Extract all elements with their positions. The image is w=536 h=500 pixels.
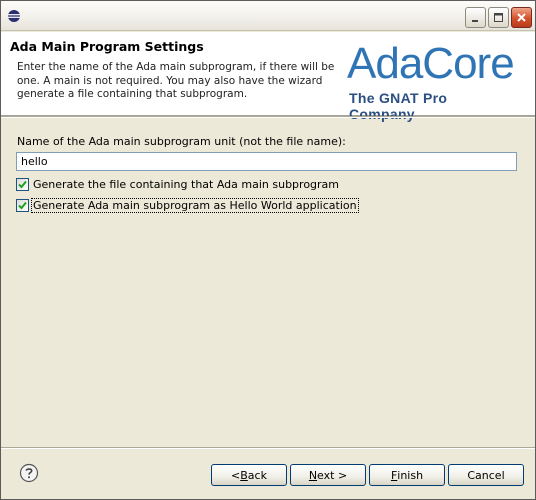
back-label-pre: < bbox=[231, 468, 241, 482]
generate-file-checkbox[interactable] bbox=[16, 177, 29, 191]
close-icon bbox=[517, 13, 526, 22]
wizard-window: Ada Main Program Settings Enter the name… bbox=[0, 0, 536, 500]
finish-label-post: inish bbox=[397, 468, 424, 482]
main-name-label: Name of the Ada main subprogram unit (no… bbox=[17, 135, 346, 148]
back-label-post: ack bbox=[247, 468, 267, 482]
cancel-button[interactable]: Cancel bbox=[448, 464, 524, 486]
minimize-button[interactable] bbox=[465, 7, 486, 28]
hello-world-checkbox[interactable] bbox=[16, 198, 29, 212]
header-divider bbox=[1, 116, 535, 118]
adacore-logo: AdaCore The GNAT Pro Company bbox=[347, 39, 517, 123]
generate-file-label[interactable]: Generate the file containing that Ada ma… bbox=[32, 178, 340, 191]
generate-file-checkbox-row[interactable]: Generate the file containing that Ada ma… bbox=[16, 176, 340, 192]
back-label-mnemonic: B bbox=[240, 468, 248, 482]
checkmark-icon bbox=[18, 201, 27, 209]
close-button[interactable] bbox=[511, 7, 532, 28]
next-label-post: ext > bbox=[317, 468, 348, 482]
logo-wordmark: AdaCore bbox=[347, 39, 515, 88]
main-name-input[interactable] bbox=[16, 152, 517, 171]
header-banner: Ada Main Program Settings Enter the name… bbox=[1, 32, 535, 123]
footer-divider bbox=[1, 447, 535, 449]
hello-world-label[interactable]: Generate Ada main subprogram as Hello Wo… bbox=[31, 197, 359, 213]
minimize-icon bbox=[472, 20, 478, 22]
title-bar[interactable] bbox=[1, 1, 535, 31]
eclipse-icon bbox=[8, 10, 20, 22]
next-label-mnemonic: N bbox=[308, 468, 318, 482]
maximize-button[interactable] bbox=[488, 7, 509, 28]
page-title: Ada Main Program Settings bbox=[10, 39, 204, 54]
next-button[interactable]: Next > bbox=[290, 464, 366, 486]
back-button[interactable]: < Back bbox=[211, 464, 287, 486]
maximize-icon bbox=[494, 13, 503, 22]
hello-world-checkbox-row[interactable]: Generate Ada main subprogram as Hello Wo… bbox=[16, 197, 359, 213]
checkmark-icon bbox=[18, 180, 27, 188]
finish-button[interactable]: Finish bbox=[369, 464, 445, 486]
cancel-label: Cancel bbox=[467, 468, 505, 482]
page-description: Enter the name of the Ada main subprogra… bbox=[17, 61, 335, 100]
help-icon[interactable] bbox=[19, 463, 39, 483]
